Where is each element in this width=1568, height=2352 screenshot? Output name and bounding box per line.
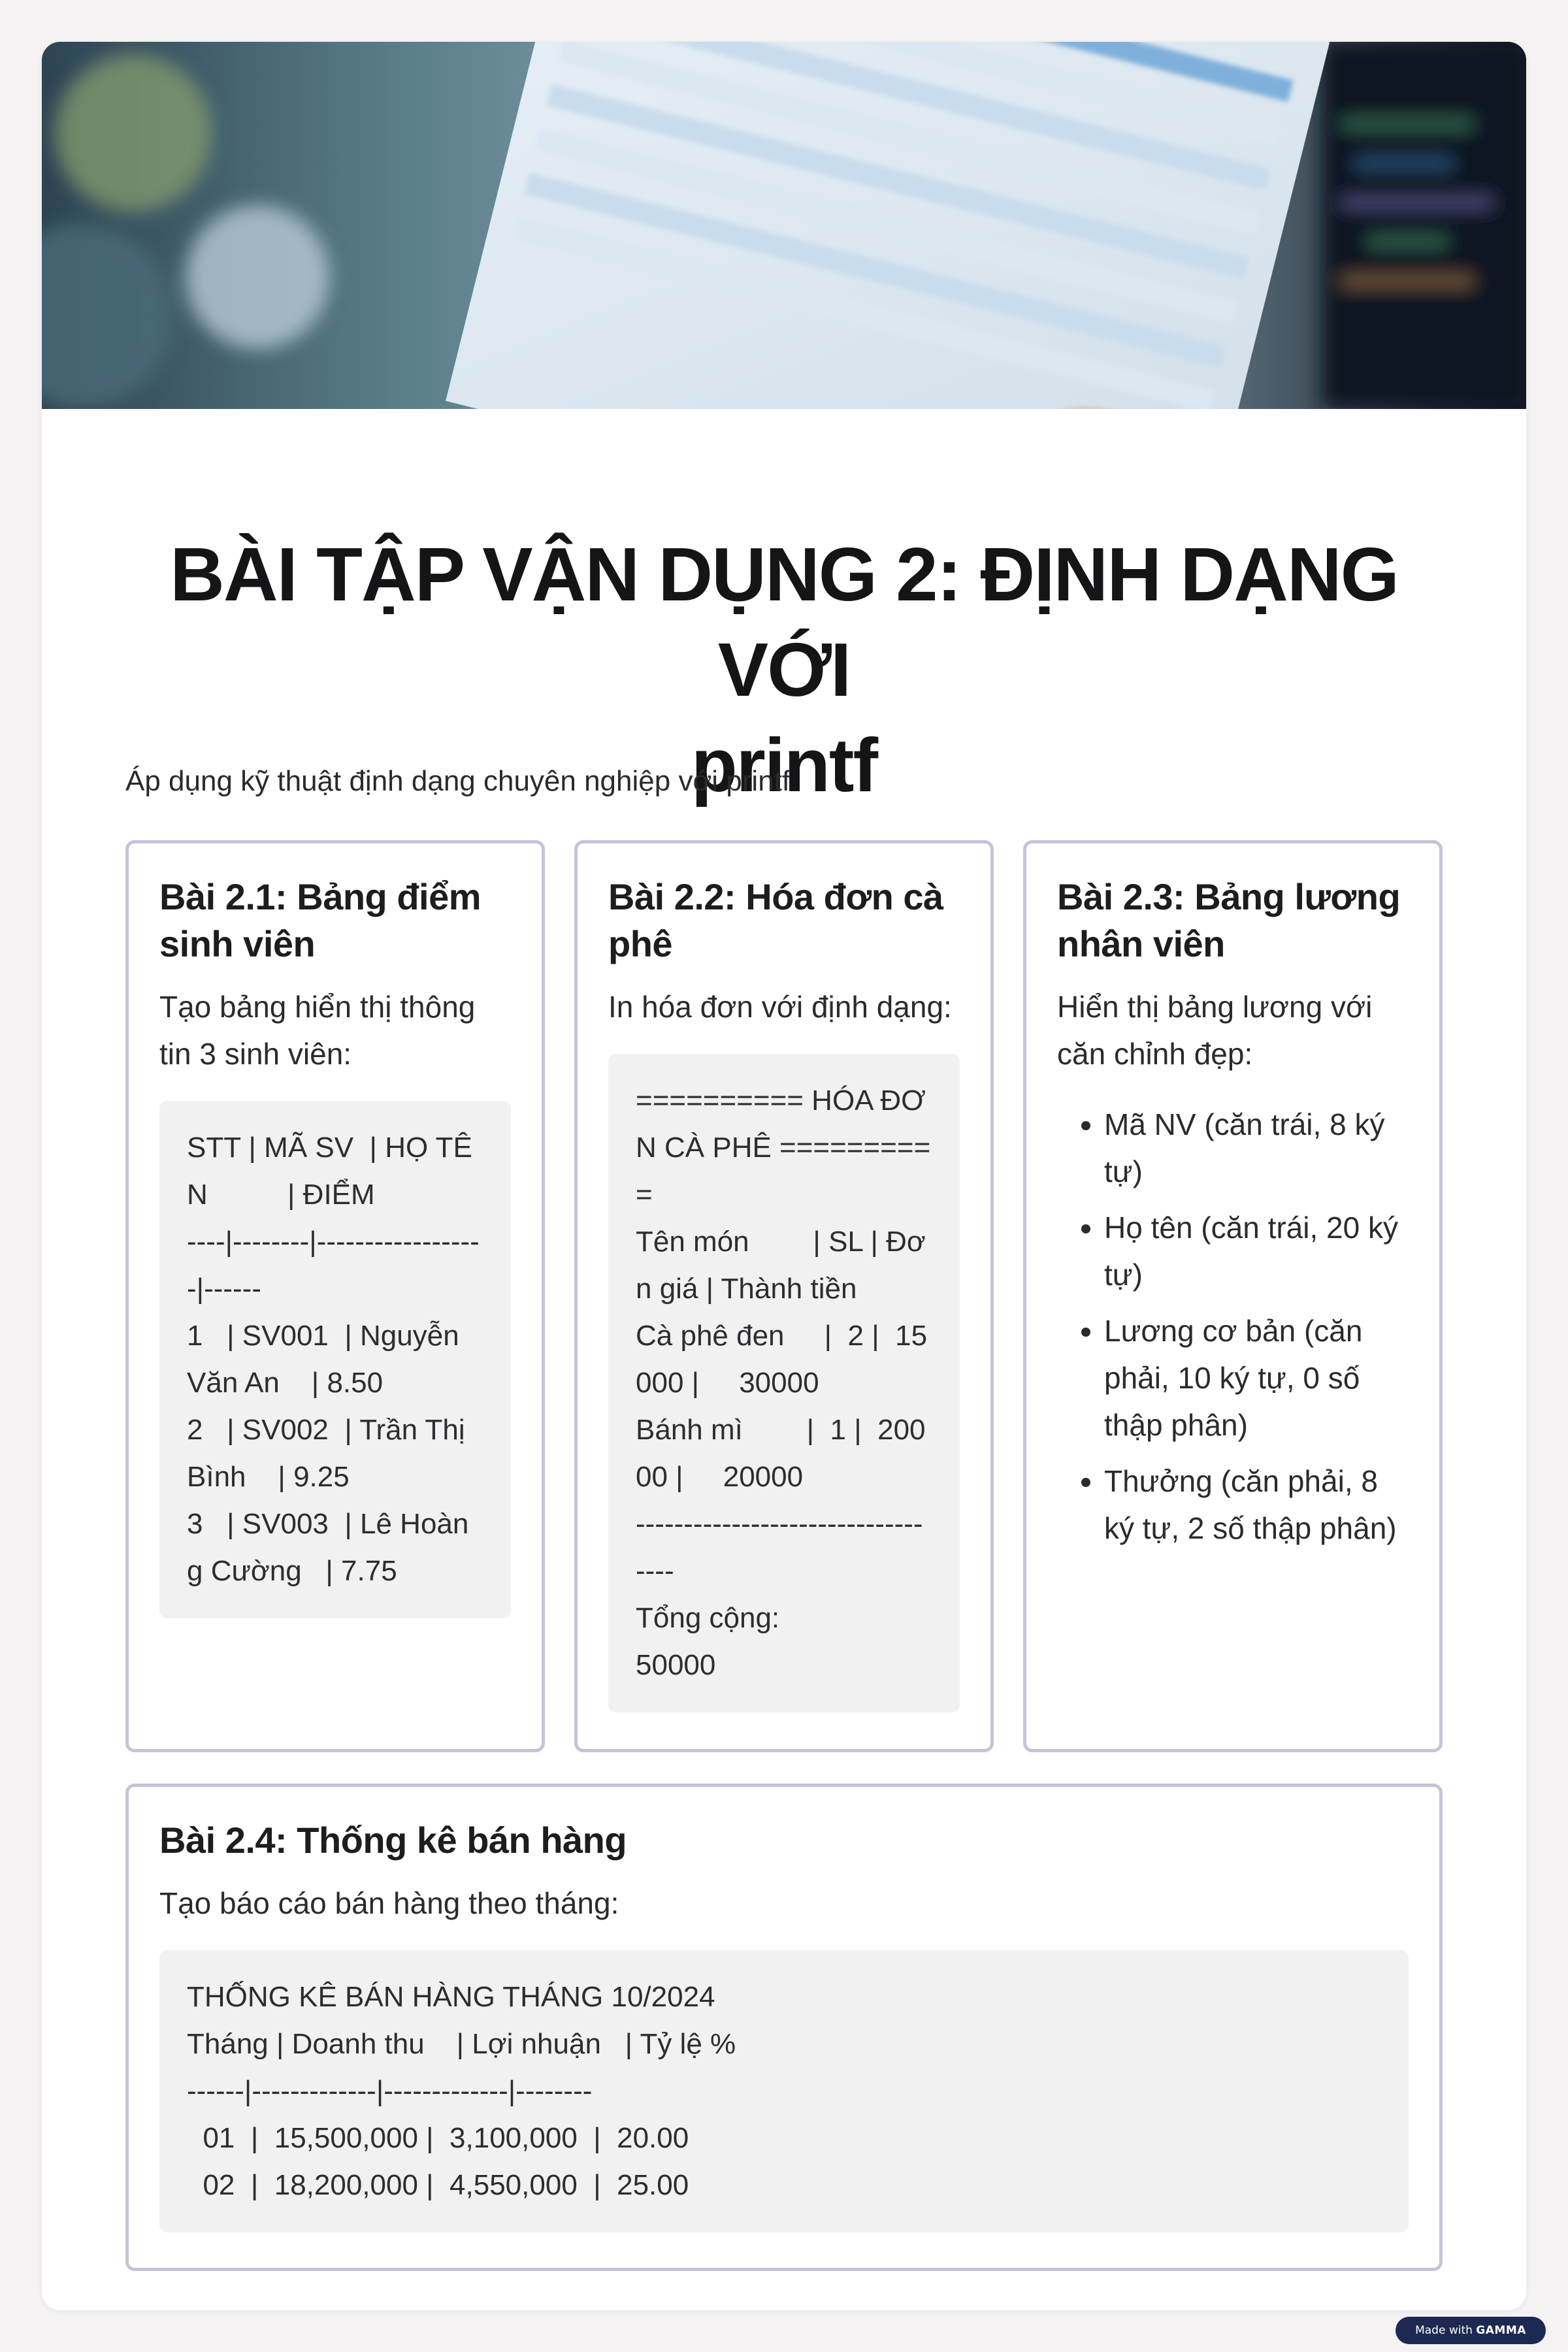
exercise-box-2-1: Bài 2.1: Bảng điểm sinh viên Tạo bảng hi…	[125, 840, 545, 1752]
exercise-description: Hiển thị bảng lương với căn chỉnh đẹp:	[1057, 990, 1373, 1071]
exercise-title: Bài 2.2: Hóa đơn cà phê	[608, 876, 943, 964]
requirement-list: Mã NV (căn trái, 8 ký tự) Họ tên (căn tr…	[1057, 1101, 1409, 1552]
code-block: THỐNG KÊ BÁN HÀNG THÁNG 10/2024 Tháng | …	[159, 1950, 1409, 2232]
exercise-description: Tạo bảng hiển thị thông tin 3 sinh viên:	[159, 990, 476, 1071]
list-item: Thưởng (căn phải, 8 ký tự, 2 số thập phâ…	[1104, 1458, 1409, 1552]
photo-document-table-icon	[42, 42, 1526, 409]
badge-prefix: Made with	[1415, 2324, 1473, 2337]
made-with-gamma-badge[interactable]: Made with GAMMA	[1396, 2317, 1546, 2344]
gamma-logo: GAMMA	[1476, 2324, 1526, 2337]
code-block: ========== HÓA ĐƠN CÀ PHÊ ========== Tên…	[608, 1054, 960, 1712]
exercise-box-2-3: Bài 2.3: Bảng lương nhân viên Hiển thị b…	[1023, 840, 1443, 1752]
exercise-title: Bài 2.1: Bảng điểm sinh viên	[159, 876, 482, 964]
code-block: STT | MÃ SV | HỌ TÊN | ĐIỂM ----|-------…	[159, 1101, 511, 1618]
list-item: Họ tên (căn trái, 20 ký tự)	[1104, 1204, 1409, 1298]
exercise-box-2-2: Bài 2.2: Hóa đơn cà phê In hóa đơn với đ…	[574, 840, 994, 1752]
exercise-description: In hóa đơn với định dạng:	[608, 990, 952, 1024]
list-item: Lương cơ bản (căn phải, 10 ký tự, 0 số t…	[1104, 1307, 1409, 1448]
page-subtitle: Áp dụng kỹ thuật định dạng chuyên nghiệp…	[125, 765, 791, 797]
exercise-title: Bài 2.3: Bảng lương nhân viên	[1057, 876, 1401, 964]
title-line-1: BÀI TẬP VẬN DỤNG 2: ĐỊNH DẠNG VỚI	[170, 532, 1399, 712]
slide-card: BÀI TẬP VẬN DỤNG 2: ĐỊNH DẠNG VỚI printf…	[42, 42, 1526, 2310]
list-item: Mã NV (căn trái, 8 ký tự)	[1104, 1101, 1409, 1195]
exercise-title: Bài 2.4: Thống kê bán hàng	[159, 1820, 627, 1861]
exercise-description: Tạo báo cáo bán hàng theo tháng:	[159, 1886, 619, 1920]
hero-image	[42, 42, 1526, 409]
exercise-box-2-4: Bài 2.4: Thống kê bán hàng Tạo báo cáo b…	[125, 1784, 1443, 2271]
